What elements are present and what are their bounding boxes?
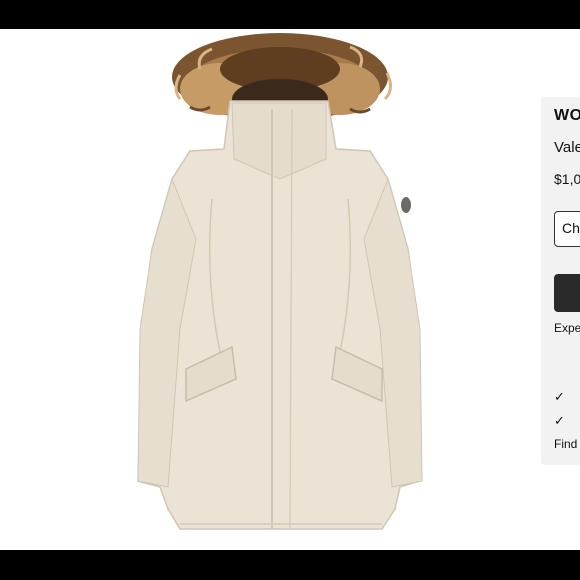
find-in-store-link[interactable]: Find c — [554, 437, 580, 451]
product-name: Vale — [554, 139, 580, 156]
top-letterbox-bar — [0, 0, 580, 29]
product-price: $1,0 — [554, 171, 580, 187]
check-icon: ✓ — [554, 413, 565, 428]
product-page: WO Vale $1,0 Cho Expe ✓ ✓ Find c — [0, 29, 580, 550]
bottom-letterbox-bar — [0, 550, 580, 580]
product-info-panel: WO Vale $1,0 Cho Expe ✓ ✓ Find c — [541, 97, 580, 465]
product-image — [137, 33, 423, 530]
delivery-estimate: Expe — [554, 321, 580, 335]
check-icon: ✓ — [554, 389, 565, 404]
size-select[interactable]: Cho — [554, 211, 580, 247]
add-to-bag-button[interactable] — [554, 274, 580, 312]
jacket-body — [137, 100, 423, 530]
brand-name: WO — [554, 107, 580, 124]
